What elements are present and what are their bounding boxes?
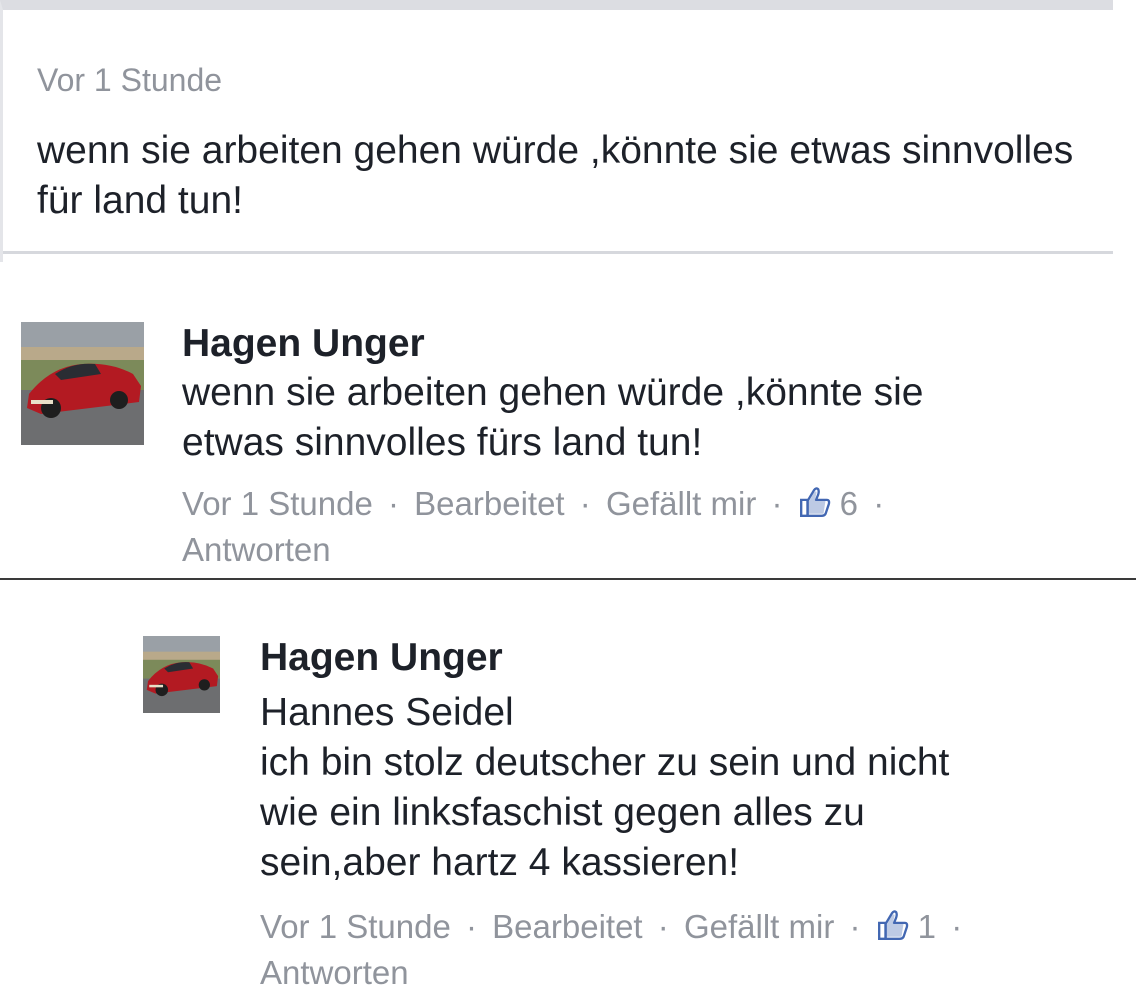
edit-box-bottom-border (3, 251, 1113, 254)
like-count: 1 (917, 908, 937, 945)
separator: · (873, 485, 885, 522)
comment-author[interactable]: Hagen Unger (260, 636, 503, 680)
edit-comment-box[interactable]: Vor 1 Stunde wenn sie arbeiten gehen wür… (0, 0, 1113, 262)
separator: · (657, 908, 669, 945)
car-avatar-image (143, 636, 220, 713)
comment-text: Hannes Seidel ich bin stolz deutscher zu… (260, 688, 1120, 888)
edit-box-text[interactable]: wenn sie arbeiten gehen würde ,könnte si… (37, 126, 1097, 226)
separator: · (771, 485, 783, 522)
thumbs-up-icon (876, 908, 910, 942)
comment-text-line: wenn sie arbeiten gehen würde ,könnte si… (182, 371, 924, 414)
reply-link[interactable]: Antworten (260, 950, 1120, 996)
divider (0, 578, 1136, 580)
separator: · (849, 908, 861, 945)
like-link[interactable]: Gefällt mir (684, 908, 834, 945)
comment-timestamp[interactable]: Vor 1 Stunde (182, 485, 373, 522)
comment-text-line: sein,aber hartz 4 kassieren! (260, 841, 740, 884)
like-link[interactable]: Gefällt mir (606, 485, 756, 522)
edited-label[interactable]: Bearbeitet (492, 908, 642, 945)
edit-box-timestamp: Vor 1 Stunde (37, 62, 223, 98)
car-avatar-image (21, 322, 144, 445)
comment-text: wenn sie arbeiten gehen würde ,könnte si… (182, 368, 1082, 468)
comment-text-line: etwas sinnvolles fürs land tun! (182, 421, 703, 464)
comment-text-line: ich bin stolz deutscher zu sein und nich… (260, 741, 950, 784)
reply-link[interactable]: Antworten (182, 527, 1102, 573)
separator: · (579, 485, 591, 522)
mentioned-user[interactable]: Hannes Seidel (260, 688, 1120, 738)
separator: · (951, 908, 963, 945)
edited-label[interactable]: Bearbeitet (414, 485, 564, 522)
car-avatar[interactable] (21, 322, 144, 445)
comment-author[interactable]: Hagen Unger (182, 322, 425, 366)
comment-actions: Vor 1 Stunde · Bearbeitet · Gefällt mir … (182, 481, 1102, 573)
comment-actions: Vor 1 Stunde · Bearbeitet · Gefällt mir … (260, 904, 1120, 996)
separator: · (388, 485, 399, 522)
thumbs-up-icon (798, 485, 832, 519)
separator: · (466, 908, 477, 945)
comment-text-line: wie ein linksfaschist gegen alles zu (260, 791, 865, 834)
comment-timestamp[interactable]: Vor 1 Stunde (260, 908, 451, 945)
car-avatar[interactable] (143, 636, 220, 713)
like-count: 6 (839, 485, 859, 522)
